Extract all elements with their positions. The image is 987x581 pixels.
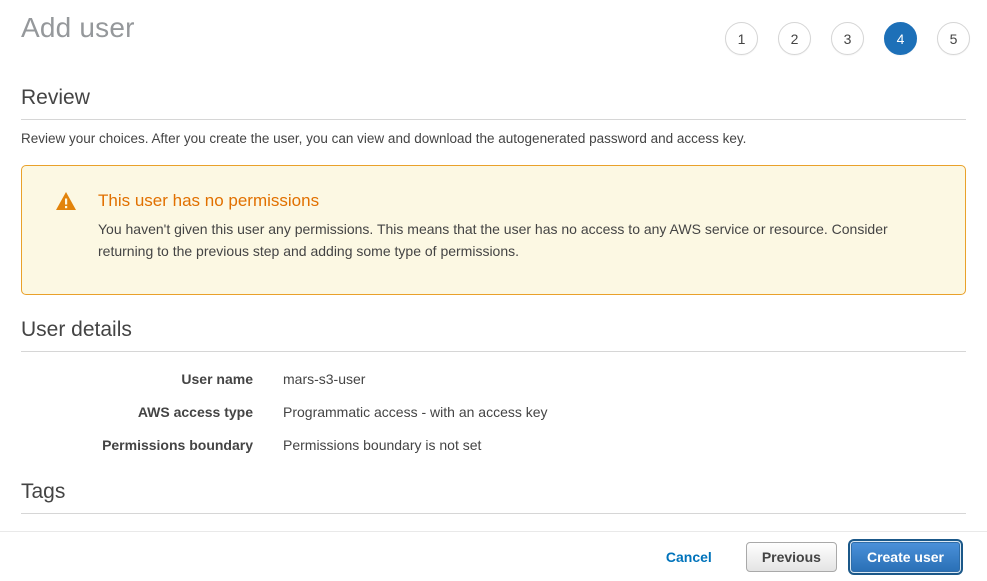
- warning-title: This user has no permissions: [98, 191, 925, 211]
- detail-label: AWS access type: [21, 404, 253, 420]
- previous-button[interactable]: Previous: [746, 542, 837, 572]
- page-title: Add user: [21, 12, 135, 44]
- detail-label: User name: [21, 371, 253, 387]
- tags-divider: [21, 513, 966, 514]
- step-5-number: 5: [950, 31, 958, 47]
- step-2-number: 2: [791, 31, 799, 47]
- step-3-number: 3: [844, 31, 852, 47]
- detail-value: mars-s3-user: [283, 371, 365, 387]
- user-details-heading: User details: [21, 318, 966, 342]
- details-content: User details User name mars-s3-user AWS …: [0, 318, 987, 547]
- review-section: Review Review your choices. After you cr…: [21, 86, 966, 146]
- user-details-rows: User name mars-s3-user AWS access type P…: [21, 371, 966, 453]
- user-details-divider: [21, 351, 966, 352]
- step-4-indicator-active: 4: [884, 22, 917, 55]
- step-5-indicator: 5: [937, 22, 970, 55]
- wizard-header: Add user 1 2 3 4 5: [0, 0, 987, 55]
- review-heading: Review: [21, 86, 966, 110]
- step-indicator: 1 2 3 4 5: [725, 22, 970, 55]
- add-user-wizard-page: Add user 1 2 3 4 5 Review Review your ch…: [0, 0, 987, 581]
- detail-value: Programmatic access - with an access key: [283, 404, 548, 420]
- no-permissions-warning-banner: This user has no permissions You haven't…: [21, 165, 966, 295]
- step-3-indicator: 3: [831, 22, 864, 55]
- wizard-content: Review Review your choices. After you cr…: [0, 86, 987, 146]
- create-user-button[interactable]: Create user: [851, 542, 960, 572]
- review-description: Review your choices. After you create th…: [21, 131, 966, 146]
- warning-text-block: This user has no permissions You haven't…: [98, 191, 925, 262]
- detail-row-access-type: AWS access type Programmatic access - wi…: [21, 404, 966, 420]
- step-4-number: 4: [897, 31, 905, 47]
- review-divider: [21, 119, 966, 120]
- wizard-footer: Cancel Previous Create user: [0, 531, 987, 581]
- tags-heading: Tags: [21, 480, 966, 504]
- step-1-number: 1: [738, 31, 746, 47]
- detail-row-permissions-boundary: Permissions boundary Permissions boundar…: [21, 437, 966, 453]
- detail-value: Permissions boundary is not set: [283, 437, 481, 453]
- user-details-section: User details User name mars-s3-user AWS …: [21, 318, 966, 453]
- cancel-link[interactable]: Cancel: [666, 549, 712, 565]
- detail-row-user-name: User name mars-s3-user: [21, 371, 966, 387]
- step-2-indicator: 2: [778, 22, 811, 55]
- detail-label: Permissions boundary: [21, 437, 253, 453]
- step-1-indicator: 1: [725, 22, 758, 55]
- warning-triangle-icon: [56, 192, 76, 210]
- warning-body: You haven't given this user any permissi…: [98, 218, 925, 262]
